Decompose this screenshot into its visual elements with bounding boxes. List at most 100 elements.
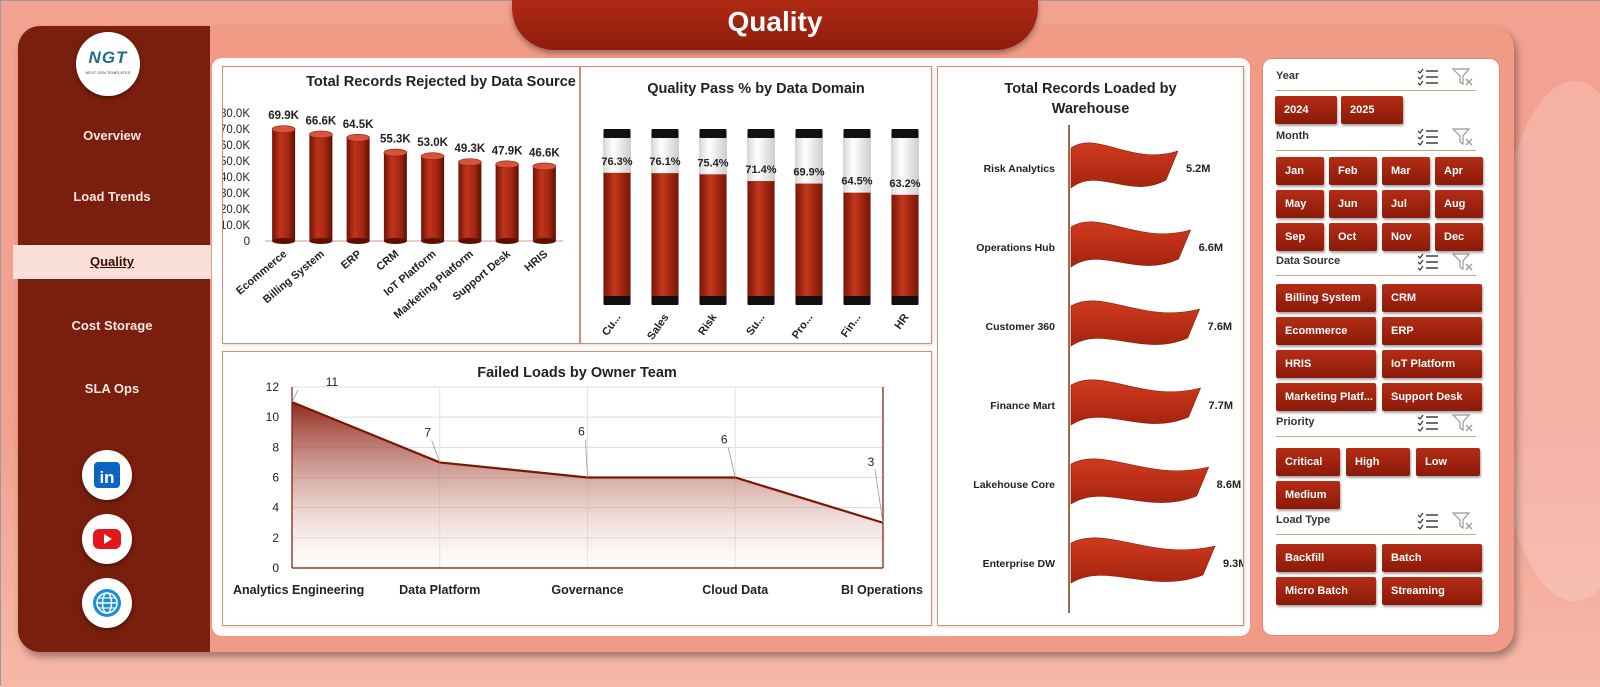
slicer-priority-button[interactable]: High: [1346, 448, 1410, 476]
y-tick-label: 10.0K: [223, 220, 250, 232]
clear-filter-icon[interactable]: [1451, 128, 1474, 146]
slicer-data-source-button[interactable]: Ecommerce: [1276, 317, 1376, 345]
x-tick-label: Analytics Engineering: [233, 583, 364, 597]
slicer-data-source-button[interactable]: Billing System: [1276, 284, 1376, 312]
data-label: 64.5K: [343, 119, 374, 131]
y-tick-label: 20.0K: [223, 204, 250, 216]
bar-cap-bottom: [651, 296, 679, 305]
slicer-data-source-button[interactable]: Support Desk: [1382, 383, 1482, 411]
chart-failed-svg: 12 10 8 6 4 2 0 11 Analytics Engineering 7 Data Pl…: [233, 375, 923, 597]
slicer-month-button[interactable]: Apr: [1435, 157, 1483, 185]
y-tick-label: Customer 360: [986, 321, 1056, 333]
bar-cap-bottom: [891, 296, 919, 305]
bar-cap: [346, 134, 370, 142]
sidebar-item-cost-storage[interactable]: Cost Storage: [13, 309, 211, 343]
multi-select-icon[interactable]: [1417, 68, 1439, 86]
multi-select-icon[interactable]: [1417, 253, 1439, 271]
bar: [651, 173, 679, 301]
data-label: 63.2%: [889, 178, 920, 190]
data-label: 6: [578, 425, 585, 439]
bar-cap-top: [747, 129, 775, 138]
slicer-priority-button[interactable]: Low: [1416, 448, 1480, 476]
bar-cap: [383, 148, 408, 157]
data-label: 8.6M: [1217, 479, 1241, 491]
clear-filter-icon[interactable]: [1451, 414, 1474, 432]
multi-select-icon[interactable]: [1417, 128, 1439, 146]
x-tick-label: Fin...: [839, 312, 864, 340]
clear-filter-icon[interactable]: [1451, 512, 1474, 530]
x-tick-label: Pro...: [790, 312, 816, 341]
sidebar-item-quality[interactable]: Quality: [13, 245, 211, 279]
slicer-year-button[interactable]: 2024: [1275, 96, 1337, 124]
slicer-load-type-button[interactable]: Batch: [1382, 544, 1482, 572]
y-tick-label: Finance Mart: [990, 400, 1055, 412]
slicer-month-button[interactable]: Aug: [1435, 190, 1483, 218]
slicer-divider: [1276, 436, 1476, 437]
bar-cap: [532, 162, 557, 171]
y-tick-label: 12: [266, 380, 280, 394]
bar-base: [458, 238, 482, 244]
y-tick-label: 0: [272, 561, 279, 575]
multi-select-icon[interactable]: [1417, 512, 1439, 530]
slicer-data-source-button[interactable]: CRM: [1382, 284, 1482, 312]
data-label: 6: [721, 433, 728, 447]
slicer-priority-button[interactable]: Critical: [1276, 448, 1340, 476]
bar: [458, 162, 482, 241]
slicer-month-button[interactable]: Jan: [1276, 157, 1324, 185]
data-label: 6.6M: [1199, 242, 1223, 254]
youtube-icon[interactable]: [82, 514, 132, 564]
multi-select-icon[interactable]: [1417, 414, 1439, 432]
slicer-data-source-button[interactable]: ERP: [1382, 317, 1482, 345]
clear-filter-icon[interactable]: [1451, 253, 1474, 271]
x-tick-label: Governance: [551, 583, 623, 597]
globe-icon[interactable]: [82, 578, 132, 628]
slicer-data-source-button[interactable]: IoT Platform: [1382, 350, 1482, 378]
x-tick-label: Cu...: [600, 312, 624, 338]
slicer-month-button[interactable]: Dec: [1435, 223, 1483, 251]
slicer-load-type-button[interactable]: Micro Batch: [1276, 577, 1376, 605]
bar: [1070, 142, 1179, 189]
slicer-month-button[interactable]: Oct: [1329, 223, 1377, 251]
sidebar-item-overview[interactable]: Overview: [13, 119, 211, 153]
slicer-load-type-button[interactable]: Streaming: [1382, 577, 1482, 605]
slicer-month-button[interactable]: Mar: [1382, 157, 1430, 185]
data-label: 7.6M: [1208, 321, 1232, 333]
slicer-month-button[interactable]: May: [1276, 190, 1324, 218]
data-label: 53.0K: [417, 137, 448, 149]
bar-cap-top: [699, 129, 727, 138]
slicer-priority-label: Priority: [1276, 416, 1315, 428]
slicer-data-source-label: Data Source: [1276, 255, 1341, 267]
linkedin-icon[interactable]: in: [82, 450, 132, 500]
bar-cap-top: [891, 129, 919, 138]
slicer-load-type-label: Load Type: [1276, 514, 1331, 526]
slicer-data-source-button[interactable]: HRIS: [1276, 350, 1376, 378]
data-label: 76.3%: [601, 156, 632, 168]
bar-base: [346, 238, 370, 244]
sidebar-item-load-trends[interactable]: Load Trends: [13, 180, 211, 214]
bar: [891, 194, 919, 301]
bar-base: [383, 238, 407, 244]
slicer-month-button[interactable]: Sep: [1276, 223, 1324, 251]
bar-cap-bottom: [603, 296, 631, 305]
slicer-month-button[interactable]: Nov: [1382, 223, 1430, 251]
bar: [1070, 537, 1216, 584]
slicer-priority-button[interactable]: Medium: [1276, 481, 1340, 509]
data-label: 71.4%: [745, 164, 776, 176]
bar-cap: [495, 160, 519, 169]
slicer-month-button[interactable]: Feb: [1329, 157, 1377, 185]
slicer-data-source-button[interactable]: Marketing Platf...: [1276, 383, 1376, 411]
leader-line: [727, 447, 736, 478]
bar: [421, 156, 445, 241]
slicer-month-button[interactable]: Jun: [1329, 190, 1377, 218]
slicer-load-type-button[interactable]: Backfill: [1276, 544, 1376, 572]
bar: [309, 134, 333, 241]
y-tick-label: 6: [272, 471, 279, 485]
sidebar-item-sla-ops[interactable]: SLA Ops: [13, 372, 211, 406]
data-label: 9.3M: [1223, 558, 1243, 570]
data-label: 46.6K: [529, 147, 560, 159]
bar: [346, 137, 370, 241]
clear-filter-icon[interactable]: [1451, 68, 1474, 86]
slicer-month-button[interactable]: Jul: [1382, 190, 1430, 218]
slicer-year-button[interactable]: 2025: [1341, 96, 1403, 124]
page-title: Quality: [727, 6, 823, 37]
